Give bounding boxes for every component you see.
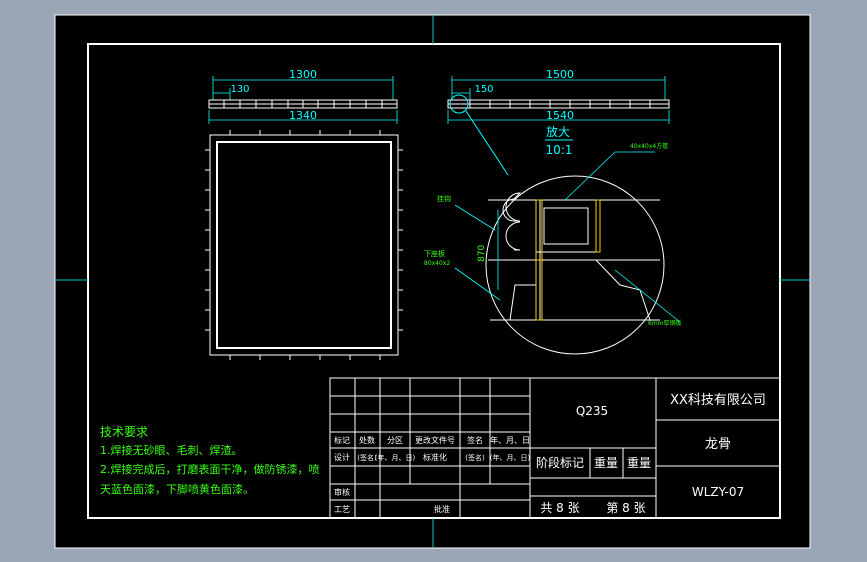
weight-label: 重量 [594,456,618,470]
sheet-number: 第 8 张 [606,501,645,515]
lower-beam-size: 80x40x2 [424,260,450,267]
standard-date: (年、月、日) [490,453,531,462]
lower-beam-label: 下座板 [424,249,445,258]
approve-label: 批准 [434,504,450,514]
plate-label: 6mm厚钢板 [648,319,682,327]
side-offset-dim: 150 [474,84,493,95]
part-name: 龙骨 [705,437,731,452]
top-bottom-dim: 1340 [289,109,317,122]
drawing-sheet: 1300 130 1340 1500 150 1540 放大 10:1 40x4… [54,14,811,549]
side-overall-dim: 1500 [546,68,574,81]
header-date: 年、月、日 [490,435,530,445]
tech-line-3: 天蓝色面漆，下脚喷黄色面漆。 [100,482,254,496]
hook-label: 挂钩 [437,194,451,203]
cad-drawing-canvas: 1300 130 1340 1500 150 1540 放大 10:1 40x4… [0,0,867,562]
review-label: 审核 [334,487,350,497]
design-date: (年、月、日) [375,453,416,462]
side-bottom-dim: 1540 [546,109,574,122]
top-offset-dim: 130 [230,84,249,95]
drawing-number: WLZY-07 [692,485,744,499]
tube-label: 40x40x4方管 [630,142,668,150]
tech-title: 技术要求 [100,425,148,439]
material: Q235 [576,404,608,418]
height-dim: 870 [477,245,487,262]
header-mark: 标记 [334,435,350,445]
header-change-doc: 更改文件号 [415,435,455,445]
header-sign: 签名 [467,435,483,445]
tech-line-2: 2.焊接完成后，打磨表面干净，做防锈漆，喷 [100,462,320,476]
detail-label: 放大 [546,124,570,139]
header-zone: 分区 [387,436,403,445]
stage-label: 阶段标记 [536,455,584,470]
detail-scale: 10:1 [546,143,573,157]
top-overall-dim: 1300 [289,68,317,81]
tech-line-1: 1.焊接无砂眼、毛刺、焊渣。 [100,443,243,457]
design-label: 设计 [334,452,350,462]
standard-signature: (签名) [465,453,485,462]
total-sheets: 共 8 张 [540,501,579,515]
header-count: 处数 [359,435,375,445]
standard-label: 标准化 [423,452,447,462]
company-name: XX科技有限公司 [670,393,766,408]
process-label: 工艺 [334,505,350,514]
scale-label: 重量 [627,456,651,470]
